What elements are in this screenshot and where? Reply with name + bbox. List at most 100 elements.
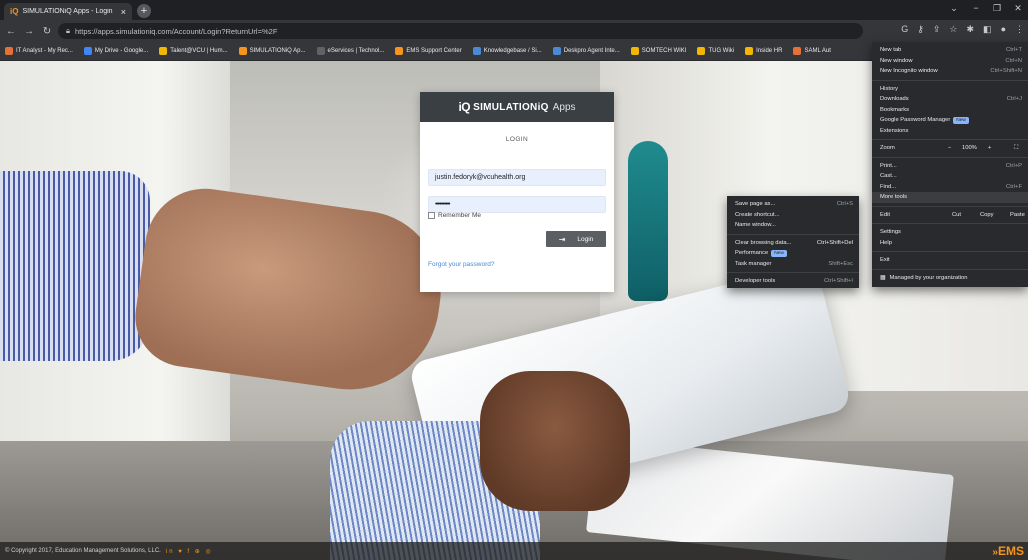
- profile-avatar-icon[interactable]: ●: [1001, 24, 1006, 35]
- bookmark-item[interactable]: SOMTECH WIKI: [630, 47, 687, 55]
- page-footer: © Copyright 2017, Education Management S…: [0, 542, 1028, 560]
- menu-print[interactable]: Print... Ctrl+P: [872, 161, 1028, 172]
- menu-downloads[interactable]: Downloads Ctrl+J: [872, 94, 1028, 105]
- tab-title: SIMULATIONiQ Apps - Login: [22, 8, 113, 15]
- bookmark-favicon-icon: [83, 47, 92, 55]
- bookmark-item[interactable]: TUG Wiki: [697, 47, 734, 55]
- menu-exit[interactable]: Exit: [872, 255, 1028, 266]
- menu-bookmarks[interactable]: Bookmarks: [872, 105, 1028, 116]
- forgot-password-link[interactable]: Forgot your password?: [428, 261, 494, 268]
- menu-create-shortcut[interactable]: Create shortcut...: [727, 210, 859, 221]
- menu-new-tab[interactable]: New tab Ctrl+T: [872, 45, 1028, 56]
- bookmark-item[interactable]: My Drive - Google...: [83, 47, 148, 55]
- bookmark-label: IT Analyst - My Rec...: [16, 48, 73, 54]
- share-icon[interactable]: ⇪: [933, 24, 941, 35]
- bookmark-favicon-icon: [745, 47, 754, 55]
- menu-find[interactable]: Find... Ctrl+F: [872, 182, 1028, 193]
- forward-arrow-icon[interactable]: →: [22, 26, 36, 37]
- bookmark-item[interactable]: SIMULATIONiQ Ap...: [238, 47, 306, 55]
- menu-name-window[interactable]: Name window...: [727, 220, 859, 231]
- remember-me[interactable]: Remember Me: [428, 212, 481, 219]
- ems-logo: »EMS: [992, 544, 1024, 558]
- brand-apps: Apps: [552, 101, 576, 113]
- bookmark-item[interactable]: IT Analyst - My Rec...: [5, 47, 73, 55]
- menu-performance[interactable]: Performance New: [727, 248, 859, 259]
- remember-me-checkbox[interactable]: [428, 212, 435, 219]
- menu-clear-browsing-data[interactable]: Clear browsing data... Ctrl+Shift+Del: [727, 238, 859, 249]
- fullscreen-icon[interactable]: ⛶: [1014, 143, 1018, 154]
- bookmark-favicon-icon: [630, 47, 639, 55]
- reload-icon[interactable]: ↻: [40, 26, 54, 37]
- new-tab-button[interactable]: +: [137, 4, 151, 18]
- browser-toolbar: ← → ↻ ⌂ 🔒︎ https://apps.simulationiq.com…: [0, 20, 1028, 42]
- key-icon[interactable]: ⚷: [917, 24, 924, 35]
- menu-paste[interactable]: Paste: [1010, 210, 1025, 221]
- social-links[interactable]: in ♥ f ⊕ ◎: [166, 548, 213, 555]
- menu-history[interactable]: History: [872, 84, 1028, 95]
- side-panel-icon[interactable]: ◧: [983, 24, 992, 35]
- background-photo-tie: [628, 141, 668, 301]
- extensions-puzzle-icon[interactable]: ✱: [967, 24, 975, 35]
- menu-developer-tools[interactable]: Developer tools Ctrl+Shift+I: [727, 276, 859, 287]
- menu-settings[interactable]: Settings: [872, 227, 1028, 238]
- back-arrow-icon[interactable]: ←: [4, 26, 18, 37]
- menu-more-tools[interactable]: More tools: [872, 192, 1028, 203]
- tab-strip: iQ SIMULATIONiQ Apps - Login × + ⌄ − ❐ ✕: [0, 0, 1028, 20]
- tab-search-icon[interactable]: ⌄: [944, 3, 964, 14]
- menu-zoom: Zoom − 100% + ⛶: [872, 143, 1028, 154]
- zoom-in-button[interactable]: +: [988, 143, 991, 154]
- menu-extensions[interactable]: Extensions: [872, 126, 1028, 137]
- restore-icon[interactable]: ❐: [987, 3, 1007, 14]
- bookmark-item[interactable]: eServices | Technol...: [316, 47, 385, 55]
- bookmark-label: Deskpro Agent Inte...: [563, 48, 620, 54]
- menu-new-incognito[interactable]: New Incognito window Ctrl+Shift+N: [872, 66, 1028, 77]
- sign-in-icon: ⇥: [558, 234, 566, 244]
- bookmark-favicon-icon: [697, 47, 706, 55]
- google-icon[interactable]: G: [901, 24, 908, 35]
- login-button-label: Login: [577, 235, 594, 243]
- lock-icon[interactable]: 🔒︎: [66, 26, 70, 36]
- bookmark-item[interactable]: EMS Support Center: [395, 47, 462, 55]
- brand-name: SIMULATIONiQ: [473, 101, 549, 113]
- bookmark-item[interactable]: Inside HR: [745, 47, 782, 55]
- menu-new-window[interactable]: New window Ctrl+N: [872, 56, 1028, 67]
- more-tools-submenu: Save page as... Ctrl+S Create shortcut...…: [727, 196, 859, 288]
- bookmark-label: TUG Wiki: [708, 48, 735, 54]
- bookmark-label: Knowledgebase / Si...: [483, 48, 542, 54]
- address-bar[interactable]: 🔒︎ https://apps.simulationiq.com/Account…: [58, 23, 863, 39]
- bookmark-label: eServices | Technol...: [327, 48, 385, 54]
- close-window-icon[interactable]: ✕: [1008, 3, 1028, 14]
- bookmark-label: Inside HR: [756, 48, 783, 54]
- toolbar-icons: G ⚷ ⇪ ☆ ✱ ◧ ● ⋮: [901, 24, 1024, 35]
- menu-managed[interactable]: ▦ Managed by your organization: [872, 273, 1028, 284]
- bookmark-label: SOMTECH WIKI: [641, 48, 687, 54]
- menu-password-manager[interactable]: Google Password Manager New: [872, 115, 1028, 126]
- menu-cut[interactable]: Cut: [952, 210, 961, 221]
- password-field[interactable]: ••••••••••: [428, 196, 606, 213]
- menu-task-manager[interactable]: Task manager Shift+Esc: [727, 259, 859, 270]
- bookmark-favicon-icon: [159, 47, 168, 55]
- bookmark-favicon-icon: [552, 47, 561, 55]
- bookmark-label: EMS Support Center: [406, 48, 462, 54]
- bookmark-favicon-icon: [5, 47, 13, 55]
- menu-cast[interactable]: Cast...: [872, 171, 1028, 182]
- username-field[interactable]: justin.fedoryk@vcuhealth.org: [428, 169, 606, 186]
- menu-save-page[interactable]: Save page as... Ctrl+S: [727, 199, 859, 210]
- tab-simulationiq-login[interactable]: iQ SIMULATIONiQ Apps - Login ×: [4, 3, 132, 20]
- minimize-icon[interactable]: −: [966, 3, 986, 13]
- menu-copy[interactable]: Copy: [980, 210, 994, 221]
- close-tab-icon[interactable]: ×: [121, 7, 126, 17]
- bookmark-favicon-icon: [316, 47, 325, 55]
- bookmark-item[interactable]: SAML Aut: [793, 47, 831, 55]
- star-icon[interactable]: ☆: [949, 24, 957, 35]
- kebab-menu-icon[interactable]: ⋮: [1015, 24, 1024, 35]
- bookmark-item[interactable]: Deskpro Agent Inte...: [552, 47, 620, 55]
- background-photo-hand-right: [480, 371, 630, 511]
- bookmark-item[interactable]: Knowledgebase / Si...: [472, 47, 542, 55]
- address-url: https://apps.simulationiq.com/Account/Lo…: [75, 26, 278, 36]
- menu-help[interactable]: Help: [872, 238, 1028, 249]
- login-card-header: iQ SIMULATIONiQ Apps: [420, 92, 614, 122]
- login-button[interactable]: ⇥ Login: [546, 231, 606, 247]
- zoom-out-button[interactable]: −: [948, 143, 951, 154]
- bookmark-item[interactable]: Talent@VCU | Hum...: [159, 47, 228, 55]
